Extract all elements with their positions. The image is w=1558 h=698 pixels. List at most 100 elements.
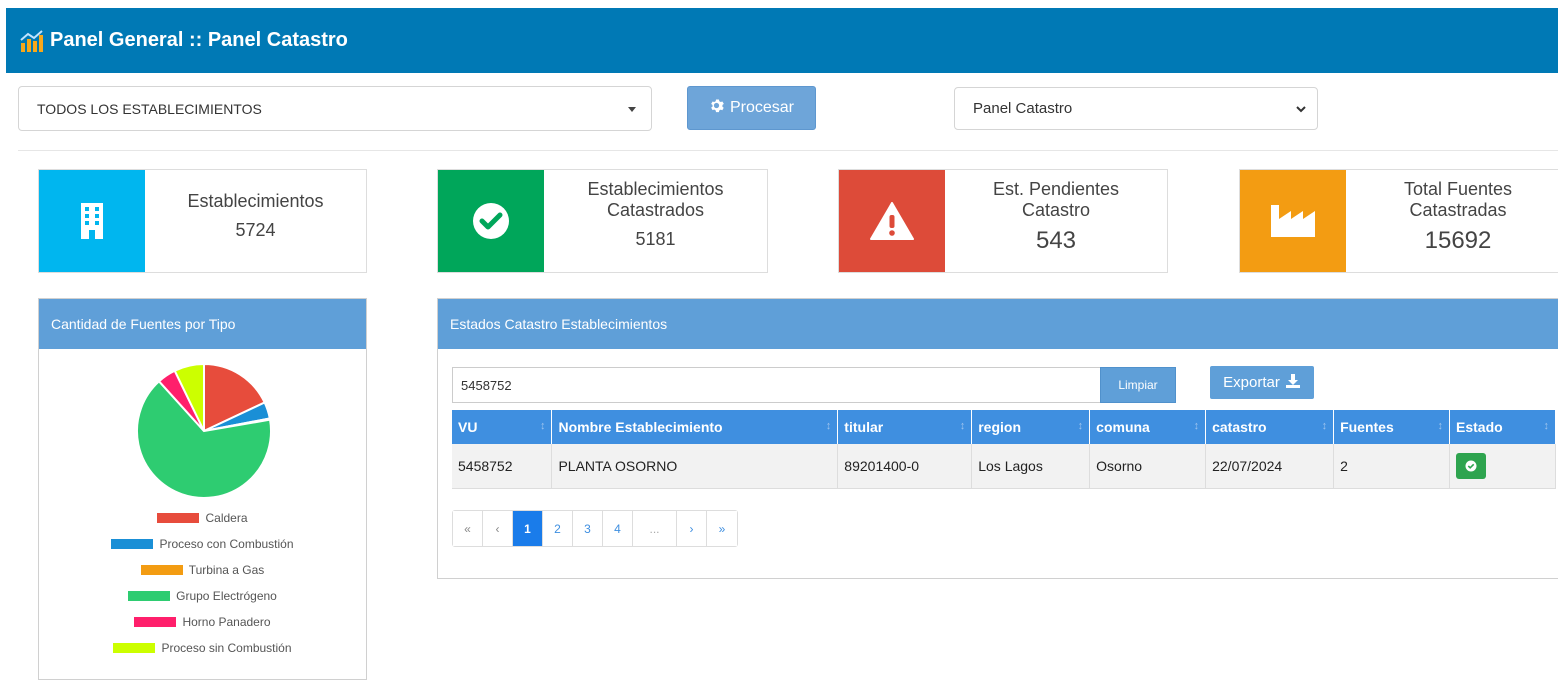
check-circle-icon	[438, 170, 544, 272]
stat-card-fuentes: Total Fuentes Catastradas 15692	[1239, 169, 1558, 273]
table-row[interactable]: 5458752 PLANTA OSORNO 89201400-0 Los Lag…	[452, 444, 1556, 489]
stat-card-catastrados: Establecimientos Catastrados 5181	[437, 169, 768, 273]
sort-icon: ↕	[1321, 420, 1328, 432]
stat-card-establecimientos: Establecimientos 5724	[38, 169, 367, 273]
column-header-label: VU	[458, 419, 478, 435]
warning-icon	[839, 170, 945, 272]
legend-swatch	[128, 591, 171, 601]
page-4[interactable]: 4	[603, 511, 633, 546]
cell-fuentes: 2	[1333, 444, 1450, 489]
cell-catastro: 22/07/2024	[1205, 444, 1335, 489]
industry-icon	[1240, 170, 1346, 272]
gear-icon	[709, 98, 724, 118]
legend-item[interactable]: Proceso con Combustión	[39, 537, 366, 551]
page-last[interactable]: »	[707, 511, 737, 546]
page-3[interactable]: 3	[573, 511, 603, 546]
pie-chart	[136, 362, 272, 499]
export-button-label: Exportar	[1223, 374, 1280, 391]
chevron-down-icon	[1295, 102, 1307, 119]
legend-item[interactable]: Turbina a Gas	[39, 563, 366, 577]
page-first[interactable]: «	[453, 511, 483, 546]
stat-label: Total Fuentes Catastradas	[1403, 179, 1513, 220]
column-header-label: Estado	[1456, 419, 1503, 435]
search-input[interactable]: 5458752	[452, 367, 1100, 403]
divider	[18, 150, 1558, 151]
legend-item[interactable]: Proceso sin Combustión	[39, 641, 366, 655]
sort-icon: ↕	[825, 420, 832, 432]
cell-estado	[1449, 444, 1556, 489]
cell-region: Los Lagos	[971, 444, 1091, 489]
column-header-nombre[interactable]: Nombre Establecimiento ↕	[551, 410, 839, 444]
page-title: Panel General :: Panel Catastro	[50, 29, 348, 51]
column-header-label: comuna	[1096, 419, 1150, 435]
column-header-region[interactable]: region ↕	[971, 410, 1091, 444]
clear-button-label: Limpiar	[1118, 378, 1158, 392]
estado-ok-button[interactable]	[1456, 452, 1486, 479]
stat-value: 5181	[635, 229, 676, 249]
legend-label: Proceso con Combustión	[159, 537, 294, 551]
establishment-select-value: TODOS LOS ESTABLECIMIENTOS	[37, 100, 262, 117]
legend-swatch	[113, 643, 156, 653]
cell-vu: 5458752	[452, 444, 553, 489]
cell-nombre: PLANTA OSORNO	[551, 444, 839, 489]
pagination: « ‹ 1 2 3 4 ... › »	[452, 510, 738, 547]
legend-swatch	[111, 539, 154, 549]
sort-icon: ↕	[1193, 420, 1200, 432]
panel-select-value: Panel Catastro	[973, 100, 1073, 117]
cell-titular: 89201400-0	[837, 444, 973, 489]
check-circle-icon	[1465, 460, 1477, 472]
stat-card-pendientes: Est. Pendientes Catastro 543	[838, 169, 1168, 273]
legend-item[interactable]: Horno Panadero	[39, 615, 366, 629]
stat-label: Establecimientos Catastrados	[587, 179, 724, 220]
legend-label: Turbina a Gas	[188, 563, 265, 577]
sort-icon: ↕	[959, 420, 966, 432]
panel-select[interactable]: Panel Catastro	[954, 87, 1318, 130]
building-icon	[39, 170, 145, 272]
legend-label: Proceso sin Combustión	[161, 641, 292, 655]
panel-title: Cantidad de Fuentes por Tipo	[39, 299, 366, 349]
page-ellipsis: ...	[633, 511, 677, 546]
column-header-estado[interactable]: Estado ↕	[1449, 410, 1556, 444]
clear-button[interactable]: Limpiar	[1100, 367, 1176, 403]
legend-label: Horno Panadero	[182, 615, 271, 629]
column-header-label: titular	[844, 419, 884, 435]
fuentes-panel: Cantidad de Fuentes por Tipo Caldera Proc…	[38, 298, 367, 680]
column-header-titular[interactable]: titular ↕	[837, 410, 973, 444]
caret-down-icon	[628, 107, 636, 112]
column-header-fuentes[interactable]: Fuentes ↕	[1333, 410, 1450, 444]
export-button[interactable]: Exportar	[1210, 366, 1314, 399]
establishment-select[interactable]: TODOS LOS ESTABLECIMIENTOS	[18, 86, 652, 131]
stat-value: 15692	[1424, 227, 1492, 254]
column-header-vu[interactable]: VU ↕	[452, 410, 553, 444]
column-header-label: region	[978, 419, 1022, 435]
panel-title: Estados Catastro Establecimientos	[438, 299, 1558, 349]
search-value: 5458752	[461, 377, 512, 393]
column-header-label: Fuentes	[1340, 419, 1394, 435]
legend-swatch	[134, 617, 177, 627]
stat-label: Establecimientos	[187, 191, 324, 211]
page-prev[interactable]: ‹	[483, 511, 513, 546]
sort-icon: ↕	[539, 420, 546, 432]
cell-comuna: Osorno	[1089, 444, 1207, 489]
page-header: Panel General :: Panel Catastro	[6, 8, 1558, 73]
download-icon	[1285, 373, 1301, 393]
chart-logo-icon	[20, 29, 44, 52]
stat-label: Est. Pendientes Catastro	[992, 179, 1120, 220]
sort-icon: ↕	[1077, 420, 1084, 432]
sort-icon: ↕	[1543, 420, 1550, 432]
legend-item[interactable]: Caldera	[39, 511, 366, 525]
process-button-label: Procesar	[729, 99, 795, 116]
legend-swatch	[157, 513, 200, 523]
sort-icon: ↕	[1437, 420, 1444, 432]
column-header-catastro[interactable]: catastro ↕	[1205, 410, 1335, 444]
page-1[interactable]: 1	[513, 511, 543, 546]
page-next[interactable]: ›	[677, 511, 707, 546]
estados-table: VU ↕ Nombre Establecimiento ↕ titular ↕ reg…	[452, 410, 1556, 489]
legend-item[interactable]: Grupo Electrógeno	[39, 589, 366, 603]
column-header-label: Nombre Establecimiento	[558, 419, 723, 435]
page-2[interactable]: 2	[543, 511, 573, 546]
process-button[interactable]: Procesar	[687, 86, 816, 130]
column-header-comuna[interactable]: comuna ↕	[1089, 410, 1207, 444]
stat-value: 543	[1035, 227, 1077, 254]
legend-swatch	[140, 565, 183, 575]
